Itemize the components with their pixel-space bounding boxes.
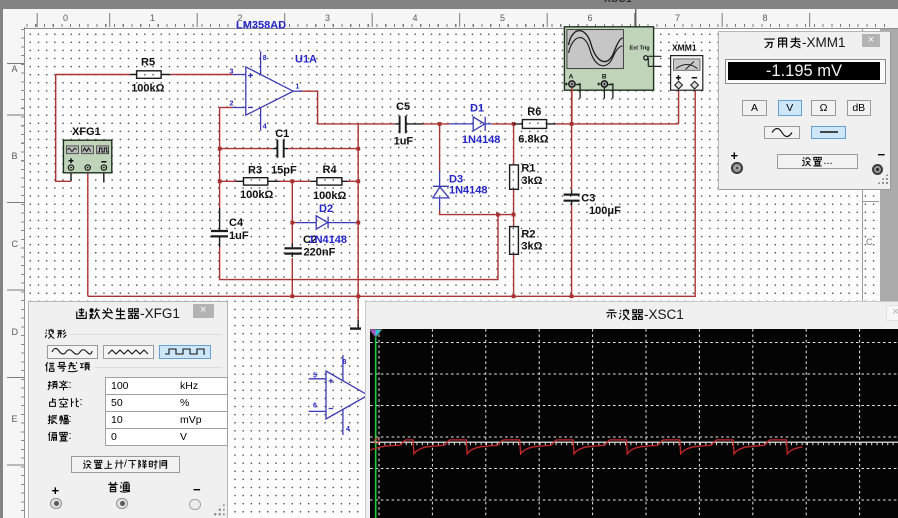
svg-text:3: 3 — [230, 69, 234, 76]
svg-text:5: 5 — [313, 373, 317, 380]
svg-text:100kΩ: 100kΩ — [131, 82, 164, 94]
svg-text:R6: R6 — [527, 106, 541, 118]
svg-text:R1: R1 — [521, 163, 535, 175]
svg-text:C4: C4 — [229, 217, 244, 229]
svg-text:R3: R3 — [248, 165, 262, 177]
svg-text:XMM1: XMM1 — [672, 43, 697, 53]
svg-text:100kΩ: 100kΩ — [313, 190, 346, 202]
svg-text:8: 8 — [343, 359, 347, 366]
svg-text:8: 8 — [263, 55, 267, 62]
svg-text:D2: D2 — [319, 203, 333, 215]
svg-text:3kΩ: 3kΩ — [521, 175, 542, 187]
svg-text:R4: R4 — [323, 164, 338, 176]
svg-text:C3: C3 — [581, 193, 595, 205]
svg-text:B: B — [602, 73, 607, 80]
svg-text:C5: C5 — [396, 101, 410, 113]
svg-text:6: 6 — [313, 403, 317, 410]
svg-text:C1: C1 — [275, 128, 289, 140]
svg-text:15pF: 15pF — [271, 165, 297, 177]
svg-text:6.8kΩ: 6.8kΩ — [518, 134, 548, 146]
svg-text:4: 4 — [346, 426, 350, 433]
svg-text:4: 4 — [263, 123, 267, 130]
svg-text:A: A — [569, 73, 574, 80]
svg-text:3kΩ: 3kΩ — [521, 241, 542, 253]
svg-text:1N4148: 1N4148 — [462, 134, 501, 146]
svg-text:220nF: 220nF — [304, 246, 336, 258]
svg-text:U1A: U1A — [295, 53, 317, 65]
svg-text:1uF: 1uF — [394, 135, 414, 147]
svg-text:100μF: 100μF — [589, 205, 621, 217]
svg-text:100kΩ: 100kΩ — [240, 189, 273, 201]
svg-text:R2: R2 — [521, 228, 535, 240]
svg-text:R5: R5 — [141, 56, 155, 68]
svg-text:1uF: 1uF — [229, 230, 249, 242]
svg-text:1: 1 — [296, 84, 300, 91]
svg-text:XFG1: XFG1 — [72, 126, 101, 138]
svg-text:1N4148: 1N4148 — [449, 185, 488, 197]
svg-text:D1: D1 — [470, 102, 484, 114]
svg-text:Ext Trig: Ext Trig — [630, 46, 650, 52]
svg-text:2: 2 — [230, 101, 234, 108]
svg-text:LM358AD: LM358AD — [236, 20, 286, 32]
svg-text:1N4148: 1N4148 — [309, 234, 348, 246]
svg-text:D3: D3 — [449, 173, 463, 185]
